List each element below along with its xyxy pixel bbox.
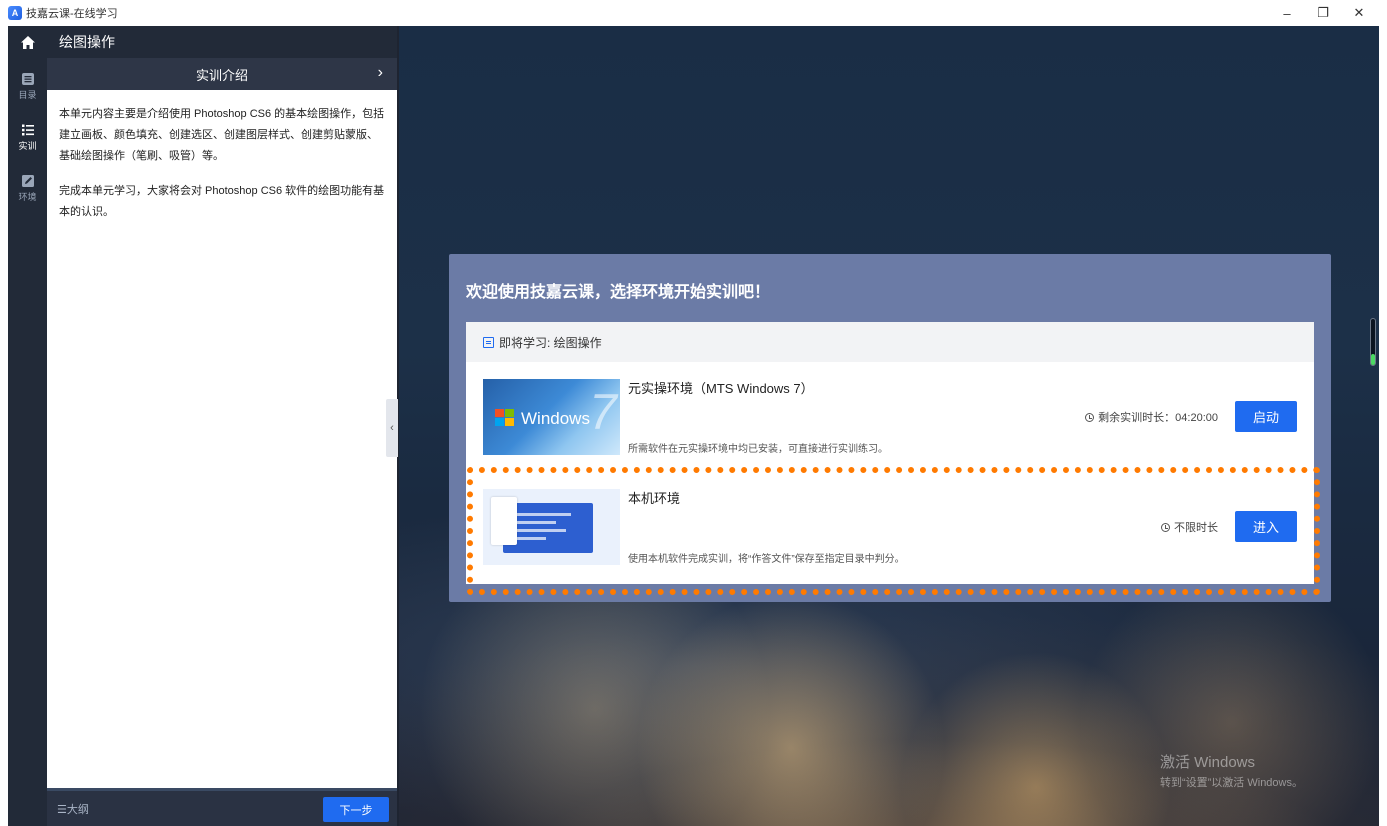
rail-item-training[interactable]: 实训 <box>8 123 47 152</box>
env-time: 剩余实训时长：04:20:00 <box>1085 409 1218 425</box>
close-icon[interactable]: ✕ <box>1341 5 1377 21</box>
panel-header: 绘图操作 <box>47 26 397 58</box>
book-icon <box>483 336 494 348</box>
chevron-left-icon: ‹ <box>390 422 394 434</box>
env-desc: 所需软件在元实操环境中均已安装，可直接进行实训练习。 <box>628 444 888 455</box>
panel-subheader-label: 实训介绍 <box>195 67 248 83</box>
windows7-thumbnail: Windows 7 <box>483 379 620 455</box>
left-rail: 目录 实训 环境 <box>8 26 47 826</box>
minimize-icon[interactable]: – <box>1269 6 1305 21</box>
intro-paragraph-1: 本单元内容主要是介绍使用 Photoshop CS6 的基本绘图操作，包括建立画… <box>59 108 385 162</box>
card-header: 即将学习: 绘图操作 <box>466 322 1314 362</box>
card-header-label: 即将学习: 绘图操作 <box>499 335 602 350</box>
numbered-list-icon <box>21 124 34 136</box>
home-icon <box>20 35 35 49</box>
windows-logo-icon <box>495 409 515 427</box>
env-time-label: 剩余实训时长：04:20:00 <box>1098 412 1218 424</box>
edit-icon <box>21 175 34 187</box>
course-panel: 绘图操作 实训介绍 › 本单元内容主要是介绍使用 Photoshop CS6 的… <box>47 26 397 826</box>
rail-label-environment: 环境 <box>18 192 37 202</box>
chevron-right-icon[interactable]: › <box>378 64 383 82</box>
activation-watermark: 激活 Windows 转到“设置”以激活 Windows。 <box>1160 751 1303 790</box>
panel-body: 本单元内容主要是介绍使用 Photoshop CS6 的基本绘图操作，包括建立画… <box>47 90 397 223</box>
rail-item-environment[interactable]: 环境 <box>8 174 47 203</box>
env-option-mts: Windows 7 元实操环境（MTS Windows 7） 剩余实训时长：04… <box>466 362 1314 472</box>
panel-subheader[interactable]: 实训介绍 › <box>47 58 397 90</box>
launch-button[interactable]: 启动 <box>1235 401 1297 432</box>
thumb-seven-text: 7 <box>589 384 617 440</box>
collapse-handle[interactable]: ‹ <box>386 399 398 457</box>
restore-icon[interactable]: ❐ <box>1305 5 1341 21</box>
local-env-highlight <box>467 467 1320 595</box>
app-frame: 目录 实训 环境 绘图操作 实训介绍 › 本单元内容主要是介绍使用 Photos… <box>8 26 1379 826</box>
watermark-line-1: 激活 Windows <box>1159 754 1256 771</box>
scroll-indicator[interactable] <box>1370 318 1376 366</box>
env-name: 元实操环境（MTS Windows 7） <box>628 381 814 396</box>
rail-label-training: 实训 <box>18 141 37 151</box>
thumb-windows-text: Windows <box>521 409 590 428</box>
window-controls: – ❐ ✕ <box>1269 0 1377 26</box>
app-logo-icon: A <box>8 6 22 20</box>
list-icon <box>21 73 34 85</box>
scroll-indicator-fill <box>1371 353 1375 365</box>
rail-label-catalog: 目录 <box>18 90 37 100</box>
window-title: 技嘉云课-在线学习 <box>26 8 118 20</box>
watermark-line-2: 转到“设置”以激活 Windows。 <box>1159 777 1303 789</box>
next-step-button[interactable]: 下一步 <box>323 797 389 822</box>
rail-item-catalog[interactable]: 目录 <box>8 72 47 101</box>
dialog-title: 欢迎使用技嘉云课，选择环境开始实训吧！ <box>466 284 771 301</box>
intro-paragraph-2: 完成本单元学习，大家将会对 Photoshop CS6 软件的绘图功能有基本的认… <box>59 185 385 218</box>
rail-home[interactable] <box>8 26 47 58</box>
outline-link[interactable]: ☰大纲 <box>57 801 89 817</box>
panel-footer: ☰大纲 下一步 <box>47 788 397 826</box>
title-bar: A 技嘉云课-在线学习 – ❐ ✕ <box>0 0 1387 26</box>
clock-icon <box>1085 412 1095 422</box>
